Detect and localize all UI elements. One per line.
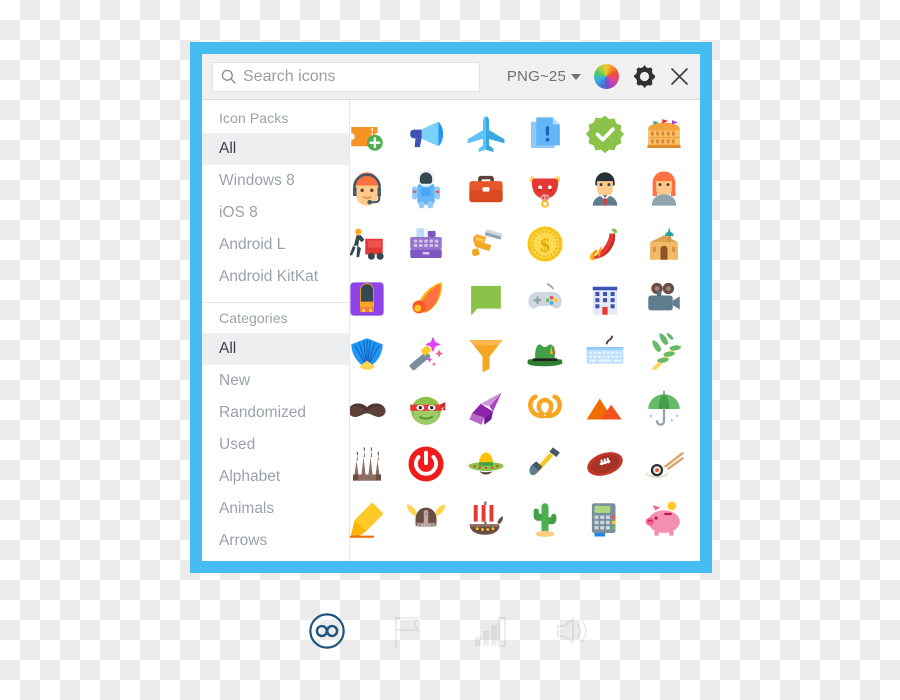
sagrada-familia-icon[interactable] (350, 437, 394, 491)
colosseum-icon[interactable] (637, 107, 691, 161)
sidebar-item-category-astrology[interactable]: Astrology (202, 557, 349, 561)
dollar-coin-icon[interactable]: $ (518, 217, 572, 271)
businessman-icon[interactable] (578, 162, 632, 216)
comet-icon[interactable] (399, 272, 453, 326)
gamepad-icon[interactable] (518, 272, 572, 326)
sidebar-item-pack-ios-8[interactable]: iOS 8 (202, 197, 349, 229)
window-body: Icon Packs All Windows 8 iOS 8 Android L… (202, 100, 700, 561)
sidebar-item-category-new[interactable]: New (202, 365, 349, 397)
origami-swan-icon[interactable] (459, 382, 513, 436)
sidebar-item-category-arrows[interactable]: Arrows (202, 525, 349, 557)
shovel-icon[interactable] (518, 437, 572, 491)
search-box[interactable] (212, 61, 480, 92)
bottom-bar (0, 600, 900, 662)
megaphone-icon[interactable] (399, 107, 453, 161)
video-camera-icon[interactable] (637, 272, 691, 326)
sombrero-icon[interactable] (459, 437, 513, 491)
sidebar-heading-icon-packs: Icon Packs (219, 110, 289, 126)
sidebar-item-category-all[interactable]: All (202, 333, 349, 365)
window-header: PNG~25 (202, 54, 700, 100)
verified-check-icon[interactable] (578, 107, 632, 161)
chili-pepper-icon[interactable] (578, 217, 632, 271)
card-terminal-icon[interactable] (578, 492, 632, 546)
piggy-bank-icon[interactable] (637, 492, 691, 546)
sidebar-item-pack-android-l[interactable]: Android L (202, 229, 349, 261)
keyboard-icon[interactable] (578, 327, 632, 381)
search-icon (221, 69, 236, 84)
svg-text:$: $ (540, 235, 550, 256)
tyrolean-hat-icon[interactable] (518, 327, 572, 381)
push-car-icon[interactable] (350, 217, 394, 271)
sidebar-item-pack-windows-8[interactable]: Windows 8 (202, 165, 349, 197)
close-icon[interactable] (670, 67, 689, 86)
search-input[interactable] (243, 67, 471, 86)
airplane-icon[interactable] (459, 107, 513, 161)
bull-icon[interactable] (518, 162, 572, 216)
pretzel-icon[interactable] (518, 382, 572, 436)
format-select-label: PNG~25 (506, 68, 566, 85)
icon-picker-window: PNG~25 Icon Packs All Wind (190, 42, 712, 573)
sidebar-item-category-randomized[interactable]: Randomized (202, 397, 349, 429)
cactus-icon[interactable] (518, 492, 572, 546)
umbrella-icon[interactable] (637, 382, 691, 436)
chainsaw-icon[interactable] (459, 217, 513, 271)
mustache-icon[interactable] (350, 382, 394, 436)
football-icon[interactable] (578, 437, 632, 491)
gear-icon[interactable] (632, 64, 657, 89)
window-inner: PNG~25 Icon Packs All Wind (202, 54, 700, 561)
office-building-icon[interactable] (578, 272, 632, 326)
power-button-icon[interactable] (399, 437, 453, 491)
format-select[interactable]: PNG~25 (507, 68, 581, 85)
icon-grid: $ (350, 100, 700, 546)
color-wheel-icon[interactable] (594, 64, 619, 89)
icon-grid-panel: $ (350, 100, 700, 561)
folding-fan-icon[interactable] (350, 327, 394, 381)
sidebar-item-category-alphabet[interactable]: Alphabet (202, 461, 349, 493)
add-ticket-icon[interactable] (350, 107, 394, 161)
document-alert-icon[interactable] (518, 107, 572, 161)
support-agent-icon[interactable] (350, 162, 394, 216)
highlighter-icon[interactable] (350, 492, 394, 546)
train-icon[interactable] (350, 272, 394, 326)
mountains-icon[interactable] (578, 382, 632, 436)
flag-icon (395, 616, 419, 648)
chat-bubble-icon[interactable] (459, 272, 513, 326)
woman-icon[interactable] (637, 162, 691, 216)
bamboo-icon[interactable] (637, 327, 691, 381)
sidebar-item-pack-all[interactable]: All (202, 133, 349, 165)
viking-helmet-icon[interactable] (399, 492, 453, 546)
sidebar-item-pack-android-kitkat[interactable]: Android KitKat (202, 261, 349, 293)
astronaut-icon[interactable] (399, 162, 453, 216)
funnel-icon[interactable] (459, 327, 513, 381)
viking-ship-icon[interactable] (459, 492, 513, 546)
church-icon[interactable] (637, 217, 691, 271)
header-controls: PNG~25 (507, 64, 689, 89)
sidebar-item-category-used[interactable]: Used (202, 429, 349, 461)
bar-chart-icon (475, 617, 506, 647)
briefcase-icon[interactable] (459, 162, 513, 216)
cash-register-icon[interactable] (399, 217, 453, 271)
speaker-icon (557, 618, 587, 644)
infinity-icon[interactable] (308, 612, 346, 650)
sushi-icon[interactable] (637, 437, 691, 491)
sidebar: Icon Packs All Windows 8 iOS 8 Android L… (202, 100, 350, 561)
chevron-down-icon (571, 73, 581, 80)
magic-wand-icon[interactable] (399, 327, 453, 381)
sidebar-item-category-animals[interactable]: Animals (202, 493, 349, 525)
sidebar-heading-categories: Categories (219, 310, 288, 326)
ninja-turtle-icon[interactable] (399, 382, 453, 436)
